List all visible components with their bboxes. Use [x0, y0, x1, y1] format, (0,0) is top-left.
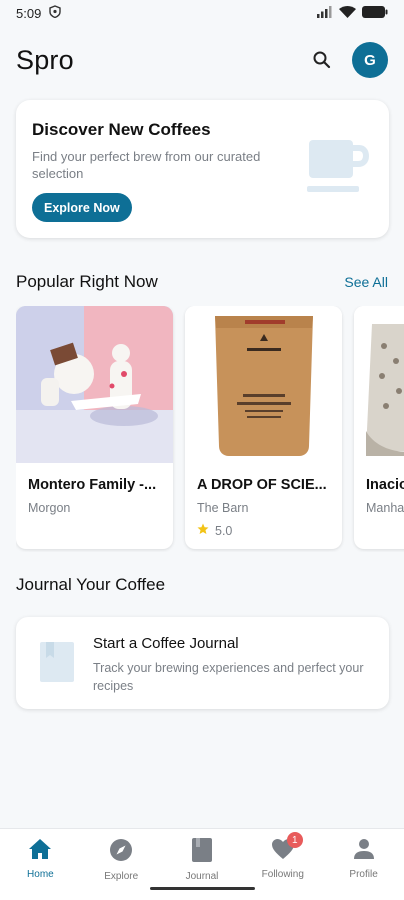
coffee-name: Inacio: [366, 477, 404, 493]
search-icon[interactable]: [310, 48, 334, 72]
compass-icon: [109, 838, 133, 867]
nav-journal-label: Journal: [185, 871, 219, 882]
nav-explore-label: Explore: [104, 871, 139, 882]
coffee-roaster: Morgon: [28, 501, 71, 515]
coffee-roaster: Manha: [366, 501, 404, 515]
coffee-image: [185, 306, 342, 463]
journal-card-title: Start a Coffee Journal: [93, 635, 239, 652]
signal-icon: [317, 5, 333, 21]
notification-badge: 1: [286, 832, 303, 848]
wifi-icon: [339, 5, 356, 21]
nav-profile[interactable]: Profile: [323, 829, 404, 900]
status-time: 5:09: [16, 5, 42, 21]
nav-home-label: Home: [27, 869, 54, 880]
coffee-rating: 5.0: [197, 523, 330, 538]
popular-carousel[interactable]: Montero Family -... Morgon A DROP OF SCI…: [16, 306, 404, 552]
coffee-card[interactable]: Inacio Manha: [354, 306, 404, 549]
home-icon: [28, 838, 52, 865]
popular-title: Popular Right Now: [16, 272, 158, 291]
nav-home[interactable]: Home: [0, 829, 81, 900]
journal-card-subtitle: Track your brewing experiences and perfe…: [93, 661, 364, 693]
coffee-roaster: The Barn: [197, 501, 249, 515]
app-title: Spro: [16, 44, 74, 75]
see-all-link[interactable]: See All: [344, 274, 388, 290]
home-indicator: [150, 887, 255, 890]
coffee-image: [354, 306, 404, 463]
coffee-name: Montero Family -...: [28, 477, 157, 493]
coffee-card[interactable]: Montero Family -... Morgon: [16, 306, 173, 549]
nav-following-label: Following: [261, 869, 304, 880]
coffee-image: [16, 306, 173, 463]
battery-icon: [362, 5, 388, 21]
coffee-cup-icon: [307, 134, 370, 203]
app-header: Spro G: [16, 38, 388, 82]
book-icon: [40, 642, 74, 687]
book-icon: [191, 838, 212, 867]
nav-profile-label: Profile: [349, 869, 378, 880]
discover-card: Discover New Coffees Find your perfect b…: [16, 100, 389, 238]
star-icon: [197, 523, 209, 538]
discover-subtitle: Find your perfect brew from our curated …: [32, 149, 261, 181]
coffee-name: A DROP OF SCIE...: [197, 477, 327, 493]
coffee-card[interactable]: A DROP OF SCIE... The Barn 5.0: [185, 306, 342, 549]
explore-now-button[interactable]: Explore Now: [32, 193, 132, 222]
person-icon: [353, 838, 375, 865]
popular-header: Popular Right Now See All: [16, 272, 388, 292]
start-journal-card[interactable]: Start a Coffee Journal Track your brewin…: [16, 617, 389, 709]
avatar[interactable]: G: [352, 42, 388, 78]
journal-header: Journal Your Coffee: [16, 575, 388, 595]
rating-value: 5.0: [215, 523, 233, 538]
shield-icon: [49, 5, 62, 21]
journal-section-title: Journal Your Coffee: [16, 575, 166, 594]
status-bar: 5:09: [0, 0, 404, 26]
